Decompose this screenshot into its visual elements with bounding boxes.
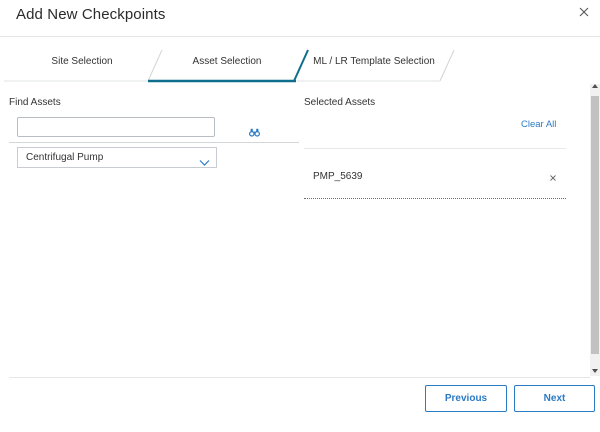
scroll-down-arrow-icon[interactable] (592, 369, 598, 373)
next-button[interactable]: Next (514, 385, 595, 412)
scrollbar-thumb[interactable] (591, 96, 599, 354)
vertical-scrollbar[interactable] (590, 84, 600, 376)
selected-assets-label: Selected Assets (304, 97, 376, 108)
previous-button[interactable]: Previous (425, 385, 507, 412)
tab-asset-selection[interactable]: Asset Selection (180, 56, 274, 67)
binoculars-icon[interactable] (248, 124, 261, 137)
asset-type-value: Centrifugal Pump (26, 152, 104, 163)
clear-all-link[interactable]: Clear All (521, 119, 556, 130)
selected-asset-name: PMP_5639 (313, 171, 363, 182)
footer-divider (9, 377, 590, 378)
find-assets-label: Find Assets (9, 97, 61, 108)
add-checkpoints-dialog: Add New Checkpoints Site Selection Asset… (0, 0, 600, 432)
selected-asset-item: PMP_5639 (304, 149, 566, 199)
wizard-steps: Site Selection Asset Selection ML / LR T… (0, 46, 600, 84)
remove-asset-icon[interactable] (549, 169, 557, 181)
header-divider (0, 36, 600, 37)
search-divider (9, 142, 299, 143)
asset-search-input[interactable] (17, 117, 215, 137)
tab-site-selection[interactable]: Site Selection (36, 56, 128, 67)
scroll-up-arrow-icon[interactable] (592, 84, 598, 88)
dotted-separator (304, 198, 566, 199)
tab-template-selection[interactable]: ML / LR Template Selection (313, 56, 435, 67)
close-icon[interactable] (577, 5, 591, 19)
asset-type-select[interactable]: Centrifugal Pump (17, 147, 217, 168)
chevron-down-icon (199, 154, 210, 166)
dialog-title: Add New Checkpoints (16, 6, 166, 23)
